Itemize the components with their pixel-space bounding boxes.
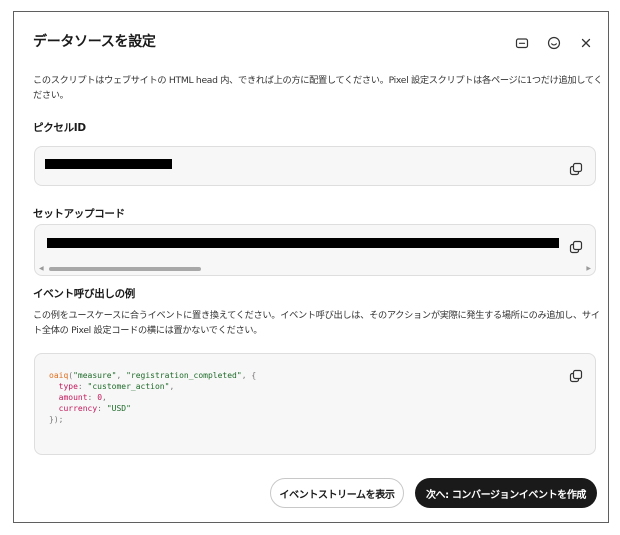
copy-icon[interactable] [569,239,585,255]
code-arg-event: "registration_completed" [126,371,242,380]
code-arg-measure: "measure" [73,371,117,380]
setup-code-label: セットアップコード [33,208,125,220]
code-key-type: type [58,382,78,391]
setup-code-value-redacted [47,238,559,248]
intro-text: このスクリプトはウェブサイトの HTML head 内、できれば上の方に配置して… [33,75,603,101]
next-create-conversion-button[interactable]: 次へ: コンバージョンイベントを作成 [415,478,597,508]
close-icon[interactable] [576,33,596,53]
scroll-left-icon[interactable]: ◀ [39,265,44,273]
pixel-id-label: ピクセルID [33,122,86,134]
code-key-currency: currency [58,404,98,413]
view-event-stream-button[interactable]: イベントストリームを表示 [270,478,404,508]
header-actions [512,33,596,53]
event-code: oaiq("measure", "registration_completed"… [49,371,257,424]
copy-icon[interactable] [569,161,585,177]
event-description: この例をユースケースに合うイベントに置き換えてください。イベント呼び出しは、その… [33,310,600,336]
dialog: データソースを設定 このスクリプトはウェブサイトの HTML head 内、でき… [13,11,609,523]
setup-code-field[interactable]: ◀ ▶ [34,224,596,276]
code-val-currency: "USD" [106,404,131,413]
code-val-type: "customer_action" [87,382,170,391]
event-example-label: イベント呼び出しの例 [33,288,135,300]
pixel-id-value-redacted [45,159,172,169]
code-function: oaiq [49,371,69,380]
horizontal-scrollbar[interactable]: ◀ ▶ [39,265,591,273]
scroll-right-icon[interactable]: ▶ [586,265,591,273]
event-code-block[interactable]: oaiq("measure", "registration_completed"… [34,353,596,455]
pixel-id-field[interactable] [34,146,596,186]
smiley-icon[interactable] [544,33,564,53]
code-key-amount: amount [58,393,88,402]
dialog-header: データソースを設定 [33,33,596,57]
copy-icon[interactable] [569,368,585,384]
scrollbar-thumb[interactable] [49,267,201,271]
mail-icon[interactable] [512,33,532,53]
